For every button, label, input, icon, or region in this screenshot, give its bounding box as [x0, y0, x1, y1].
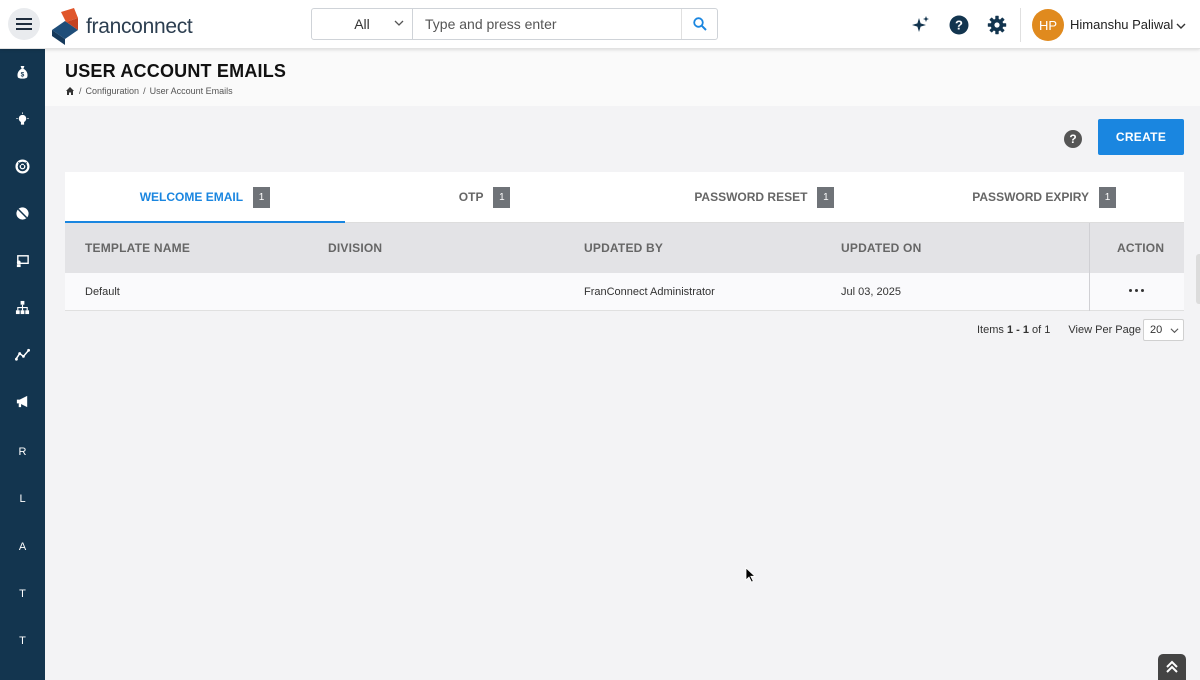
column-header-updated-by[interactable]: UPDATED BY — [584, 241, 663, 255]
sidebar-item-analytics[interactable] — [0, 339, 45, 369]
sidebar-item-label: T — [19, 588, 26, 600]
page-title: USER ACCOUNT EMAILS — [65, 61, 287, 81]
scroll-to-top-button[interactable] — [1158, 654, 1186, 680]
search-category-value: All — [354, 16, 370, 32]
column-header-division[interactable]: DIVISION — [328, 241, 382, 255]
tab-count-badge: 1 — [493, 186, 511, 208]
gear-icon — [987, 15, 1007, 35]
sidebar-item-t2[interactable]: T — [0, 626, 45, 656]
per-page-label: View Per Page — [1068, 324, 1141, 336]
sidebar-item-marketing[interactable] — [0, 386, 45, 416]
pagination-of: of — [1032, 324, 1042, 336]
sidebar-item-support[interactable] — [0, 151, 45, 181]
sidebar-item-finance[interactable]: $ — [0, 57, 45, 87]
tab-label: PASSWORD EXPIRY — [972, 190, 1089, 204]
tab-otp[interactable]: OTP 1 — [345, 172, 625, 222]
sidebar-item-t1[interactable]: T — [0, 579, 45, 609]
page-header: USER ACCOUNT EMAILS / Configuration / Us… — [45, 49, 1200, 106]
breadcrumb-item[interactable]: Configuration — [86, 86, 140, 96]
cell-updated-on: Jul 03, 2025 — [841, 286, 901, 298]
table-row[interactable]: Default FranConnect Administrator Jul 03… — [65, 273, 1184, 311]
per-page-select[interactable]: 20 — [1143, 319, 1184, 341]
tab-password-reset[interactable]: PASSWORD RESET 1 — [625, 172, 905, 222]
brand-name: franconnect — [86, 15, 193, 38]
search-category-select[interactable]: All — [312, 9, 413, 39]
sidebar-item-a[interactable]: A — [0, 532, 45, 562]
settings-button[interactable] — [987, 15, 1007, 35]
column-header-template-name[interactable]: TEMPLATE NAME — [85, 241, 190, 255]
top-bar: franconnect All ? — [0, 0, 1200, 49]
cell-template-name[interactable]: Default — [85, 286, 120, 298]
megaphone-icon — [16, 395, 28, 407]
pill-icon — [16, 206, 29, 220]
chevron-down-icon — [394, 20, 404, 26]
column-header-action: ACTION — [1117, 241, 1165, 255]
home-icon[interactable] — [65, 86, 75, 96]
svg-text:$: $ — [21, 71, 25, 78]
tab-label: PASSWORD RESET — [694, 190, 808, 204]
per-page-value: 20 — [1150, 324, 1163, 336]
help-icon: ? — [949, 15, 969, 35]
tab-count-badge: 1 — [817, 186, 835, 208]
menu-toggle-button[interactable] — [8, 8, 40, 40]
tab-count-badge: 1 — [253, 186, 271, 208]
create-button[interactable]: CREATE — [1098, 119, 1184, 155]
sidebar-item-health[interactable] — [0, 198, 45, 228]
search-icon — [692, 17, 707, 31]
tab-password-expiry[interactable]: PASSWORD EXPIRY 1 — [904, 172, 1184, 222]
trend-icon — [15, 348, 30, 361]
franconnect-logo[interactable]: franconnect — [48, 8, 193, 46]
help-button[interactable]: ? — [949, 15, 969, 35]
tab-bar: WELCOME EMAIL 1 OTP 1 PASSWORD RESET 1 P… — [65, 172, 1184, 223]
sidebar-item-label: A — [18, 541, 27, 553]
toolbar-divider — [1020, 8, 1021, 42]
svg-text:?: ? — [955, 18, 963, 33]
user-menu-chevron-icon[interactable] — [1176, 21, 1186, 31]
tab-label: WELCOME EMAIL — [139, 190, 244, 204]
logo-mark-icon — [52, 8, 78, 45]
pagination-total: 1 — [1044, 324, 1051, 336]
training-icon — [16, 254, 29, 267]
sidebar-item-label: L — [19, 493, 26, 505]
page-help-icon[interactable]: ? — [1064, 130, 1082, 148]
sidebar-item-training[interactable] — [0, 245, 45, 275]
ai-sparkle-button[interactable] — [911, 15, 931, 35]
search-button[interactable] — [681, 9, 717, 39]
sidebar-item-r[interactable]: R — [0, 437, 45, 467]
cell-updated-by: FranConnect Administrator — [584, 286, 715, 298]
mouse-cursor-icon — [745, 567, 757, 583]
action-column-divider — [1089, 223, 1090, 311]
templates-table: TEMPLATE NAME DIVISION UPDATED BY UPDATE… — [65, 223, 1184, 311]
breadcrumb: / Configuration / User Account Emails — [65, 86, 233, 96]
sidebar-item-organization[interactable] — [0, 292, 45, 322]
tab-welcome-email[interactable]: WELCOME EMAIL 1 — [65, 172, 345, 223]
search-input[interactable] — [413, 9, 681, 39]
double-chevron-up-icon — [1166, 660, 1178, 673]
tab-label: OTP — [458, 190, 484, 204]
pagination: Items 1 - 1 of 1 View Per Page 20 — [977, 319, 1184, 341]
hamburger-icon — [16, 18, 32, 30]
column-header-updated-on[interactable]: UPDATED ON — [841, 241, 921, 255]
lightbulb-icon — [16, 111, 29, 125]
org-chart-icon — [15, 300, 30, 314]
sidebar-item-ideas[interactable] — [0, 104, 45, 134]
chevron-down-icon — [1170, 328, 1179, 334]
money-bag-icon: $ — [17, 65, 28, 78]
sidebar-item-l[interactable]: L — [0, 484, 45, 514]
row-actions-more-icon[interactable] — [1129, 284, 1145, 296]
sidebar: $ R L A T T — [0, 49, 45, 680]
sidebar-item-label: T — [19, 635, 26, 647]
tab-count-badge: 1 — [1098, 186, 1116, 208]
pagination-range: 1 - 1 — [1006, 324, 1029, 336]
user-name[interactable]: Himanshu Paliwal — [1070, 17, 1173, 32]
side-panel-handle[interactable] — [1196, 254, 1200, 304]
breadcrumb-item: User Account Emails — [149, 86, 233, 96]
sparkle-icon — [912, 16, 929, 32]
table-header: TEMPLATE NAME DIVISION UPDATED BY UPDATE… — [65, 223, 1184, 273]
sidebar-item-label: R — [18, 446, 27, 458]
avatar[interactable]: HP — [1032, 9, 1064, 41]
lifebuoy-icon — [15, 158, 30, 174]
global-search: All — [311, 8, 718, 40]
pagination-prefix: Items — [977, 324, 1004, 336]
